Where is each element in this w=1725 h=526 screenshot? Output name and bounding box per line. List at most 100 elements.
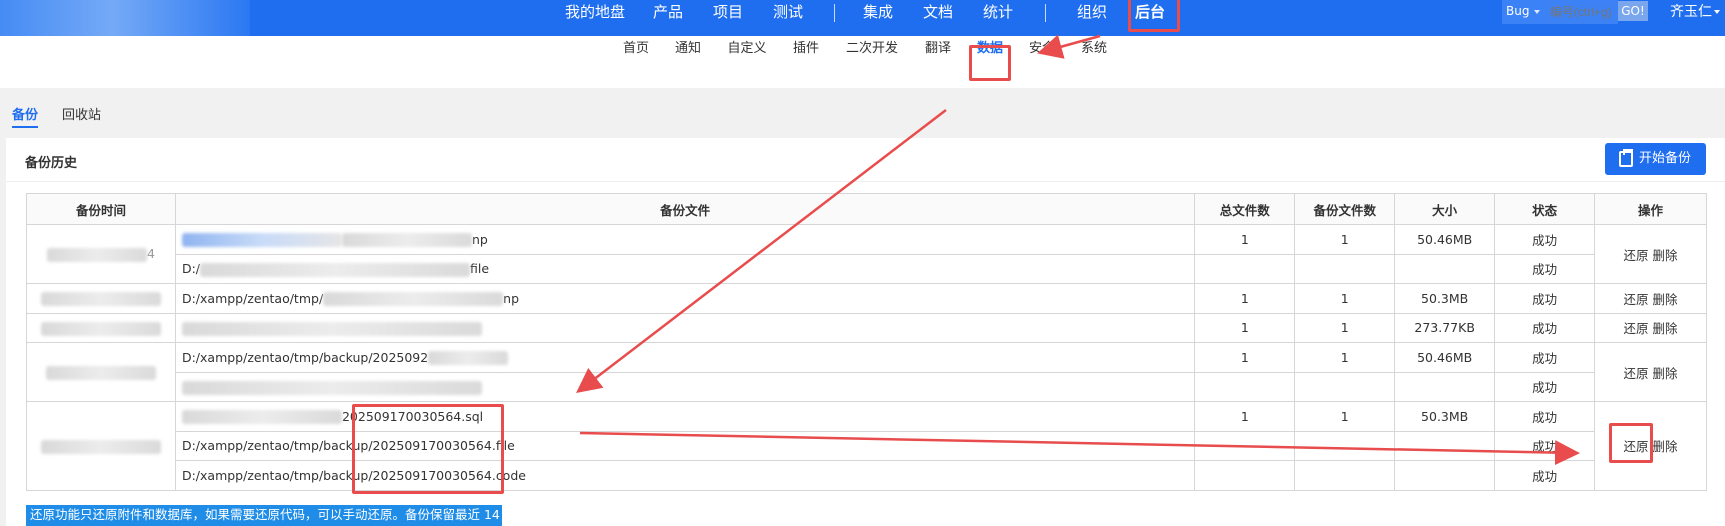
file-size (1394, 371, 1496, 402)
delete-link[interactable]: 删除 (1653, 321, 1678, 336)
backup-file-path: D:/xampp/zentao/tmp/backup/ (181, 467, 373, 483)
subnav-translate[interactable]: 翻译 (920, 36, 956, 88)
subnav-notice[interactable]: 通知 (670, 36, 706, 88)
file-size: 50.3MB (1394, 401, 1496, 432)
status: 成功 (1494, 283, 1596, 314)
delete-link[interactable]: 删除 (1653, 248, 1678, 263)
col-header-size: 大小 (1394, 193, 1496, 225)
file-size (1394, 430, 1496, 461)
highlight-file-names (352, 404, 504, 494)
user-name: 齐玉仁 (1670, 4, 1712, 20)
status: 成功 (1494, 401, 1596, 432)
restore-link[interactable]: 还原 (1624, 292, 1649, 307)
table-row: D:/xampp/zentao/tmp/backup/2025091700305… (27, 460, 1707, 491)
nav-product[interactable]: 产品 (648, 0, 688, 36)
backup-time-cell (26, 312, 176, 343)
subnav-home[interactable]: 首页 (618, 36, 654, 88)
nav-org[interactable]: 组织 (1072, 0, 1112, 36)
user-menu[interactable]: 齐玉仁 (1670, 0, 1720, 24)
backup-time: 4 (147, 246, 155, 262)
backup-file-cell: 202509170030564.sql (174, 401, 1196, 432)
tab-recycle-bin[interactable]: 回收站 (62, 104, 101, 128)
total-files (1194, 371, 1296, 402)
table-row: D:/xampp/zentao/tmp/backup/2025091700305… (27, 430, 1707, 461)
total-files: 1 (1194, 342, 1296, 373)
nav-doc[interactable]: 文档 (918, 0, 958, 36)
highlight-admin-nav (1128, 0, 1180, 32)
subnav-dev[interactable]: 二次开发 (840, 36, 904, 88)
data-tabs: 备份 回收站 (0, 88, 1725, 138)
backup-files: 1 (1294, 283, 1396, 314)
delete-link[interactable]: 删除 (1653, 292, 1678, 307)
subnav-plugin[interactable]: 插件 (788, 36, 824, 88)
nav-test[interactable]: 测试 (768, 0, 808, 36)
subnav-system[interactable]: 系统 (1076, 36, 1112, 88)
delete-link[interactable]: 删除 (1653, 439, 1678, 454)
total-files: 1 (1194, 224, 1296, 255)
table-row: 4 np 1 1 50.46MB 成功 还原 删除 (26, 224, 1707, 284)
backup-time-cell (26, 283, 176, 314)
total-files: 1 (1194, 283, 1296, 314)
tab-backup[interactable]: 备份 (12, 104, 39, 128)
backup-file-end: np (471, 231, 488, 247)
start-backup-button[interactable]: 开始备份 (1605, 143, 1706, 175)
panel-header: 备份历史 开始备份 (6, 138, 1725, 182)
search-type-select[interactable]: Bug (1502, 0, 1544, 24)
actions-cell: 还原 删除 (1594, 342, 1707, 402)
backup-file-cell (174, 371, 1196, 402)
nav-integration[interactable]: 集成 (858, 0, 898, 36)
backup-file-cell: D:/xampp/zentao/tmp/np (174, 283, 1196, 314)
file-size (1394, 253, 1496, 284)
delete-link[interactable]: 删除 (1653, 366, 1678, 381)
table-row: 成功 (27, 371, 1707, 402)
table-header-row: 备份时间 备份文件 总文件数 备份文件数 大小 状态 操作 (26, 193, 1707, 225)
table-row: 1 1 273.77KB 成功 还原 删除 (26, 312, 1707, 343)
backup-time-cell (26, 401, 176, 491)
highlight-restore-link (1609, 423, 1653, 463)
search-input[interactable] (1544, 0, 1618, 24)
status: 成功 (1494, 253, 1596, 284)
actions-cell: 还原 删除 (1594, 224, 1707, 284)
restore-link[interactable]: 还原 (1624, 321, 1649, 336)
total-files (1194, 253, 1296, 284)
nav-separator (834, 4, 835, 22)
clipboard-icon (1619, 149, 1633, 167)
total-files: 1 (1194, 312, 1296, 343)
nav-separator (1045, 4, 1046, 22)
status: 成功 (1494, 371, 1596, 402)
restore-link[interactable]: 还原 (1624, 248, 1649, 263)
backup-file-cell: np (174, 224, 1196, 255)
highlight-data-tab (969, 45, 1011, 81)
search-go-button[interactable]: GO! (1618, 1, 1648, 21)
backup-file-path: D:/xampp/zentao/tmp/backup/ (181, 438, 373, 454)
nav-my-dashboard[interactable]: 我的地盘 (560, 0, 630, 36)
backup-files: 1 (1294, 224, 1396, 255)
backup-history-panel: 备份历史 开始备份 备份时间 备份文件 总文件数 备份文件数 大小 状态 操作 … (6, 138, 1725, 526)
file-size: 273.77KB (1394, 312, 1496, 343)
restore-link[interactable]: 还原 (1624, 366, 1649, 381)
backup-files: 1 (1294, 401, 1396, 432)
subnav-custom[interactable]: 自定义 (722, 36, 772, 88)
backup-files: 1 (1294, 312, 1396, 343)
backup-file-path: D:/xampp/zentao/tmp/backup/2025092 (181, 349, 429, 365)
status: 成功 (1494, 342, 1596, 373)
backup-file-path: D:/xampp/zentao/tmp/ (181, 290, 324, 306)
caret-down-icon (1534, 10, 1540, 14)
col-header-actions: 操作 (1594, 193, 1707, 225)
backup-file-cell: D:/xampp/zentao/tmp/backup/2025092 (174, 342, 1196, 373)
subnav-security[interactable]: 安全 (1024, 36, 1060, 88)
backup-file-cell: D:/ file (174, 253, 1196, 284)
table-row: D:/ file 成功 (27, 253, 1707, 284)
status: 成功 (1494, 460, 1596, 491)
backup-files (1294, 253, 1396, 284)
top-navbar: 我的地盘 产品 项目 测试 集成 文档 统计 组织 后台 Bug GO! 齐玉仁 (0, 0, 1725, 36)
backup-time-cell (26, 342, 176, 402)
backup-file-path: D:/ (181, 261, 201, 276)
total-files: 1 (1194, 401, 1296, 432)
backup-files (1294, 430, 1396, 461)
status: 成功 (1494, 430, 1596, 461)
nav-project[interactable]: 项目 (708, 0, 748, 36)
nav-stats[interactable]: 统计 (978, 0, 1018, 36)
col-header-total: 总文件数 (1194, 193, 1296, 225)
col-header-file: 备份文件 (174, 193, 1196, 225)
